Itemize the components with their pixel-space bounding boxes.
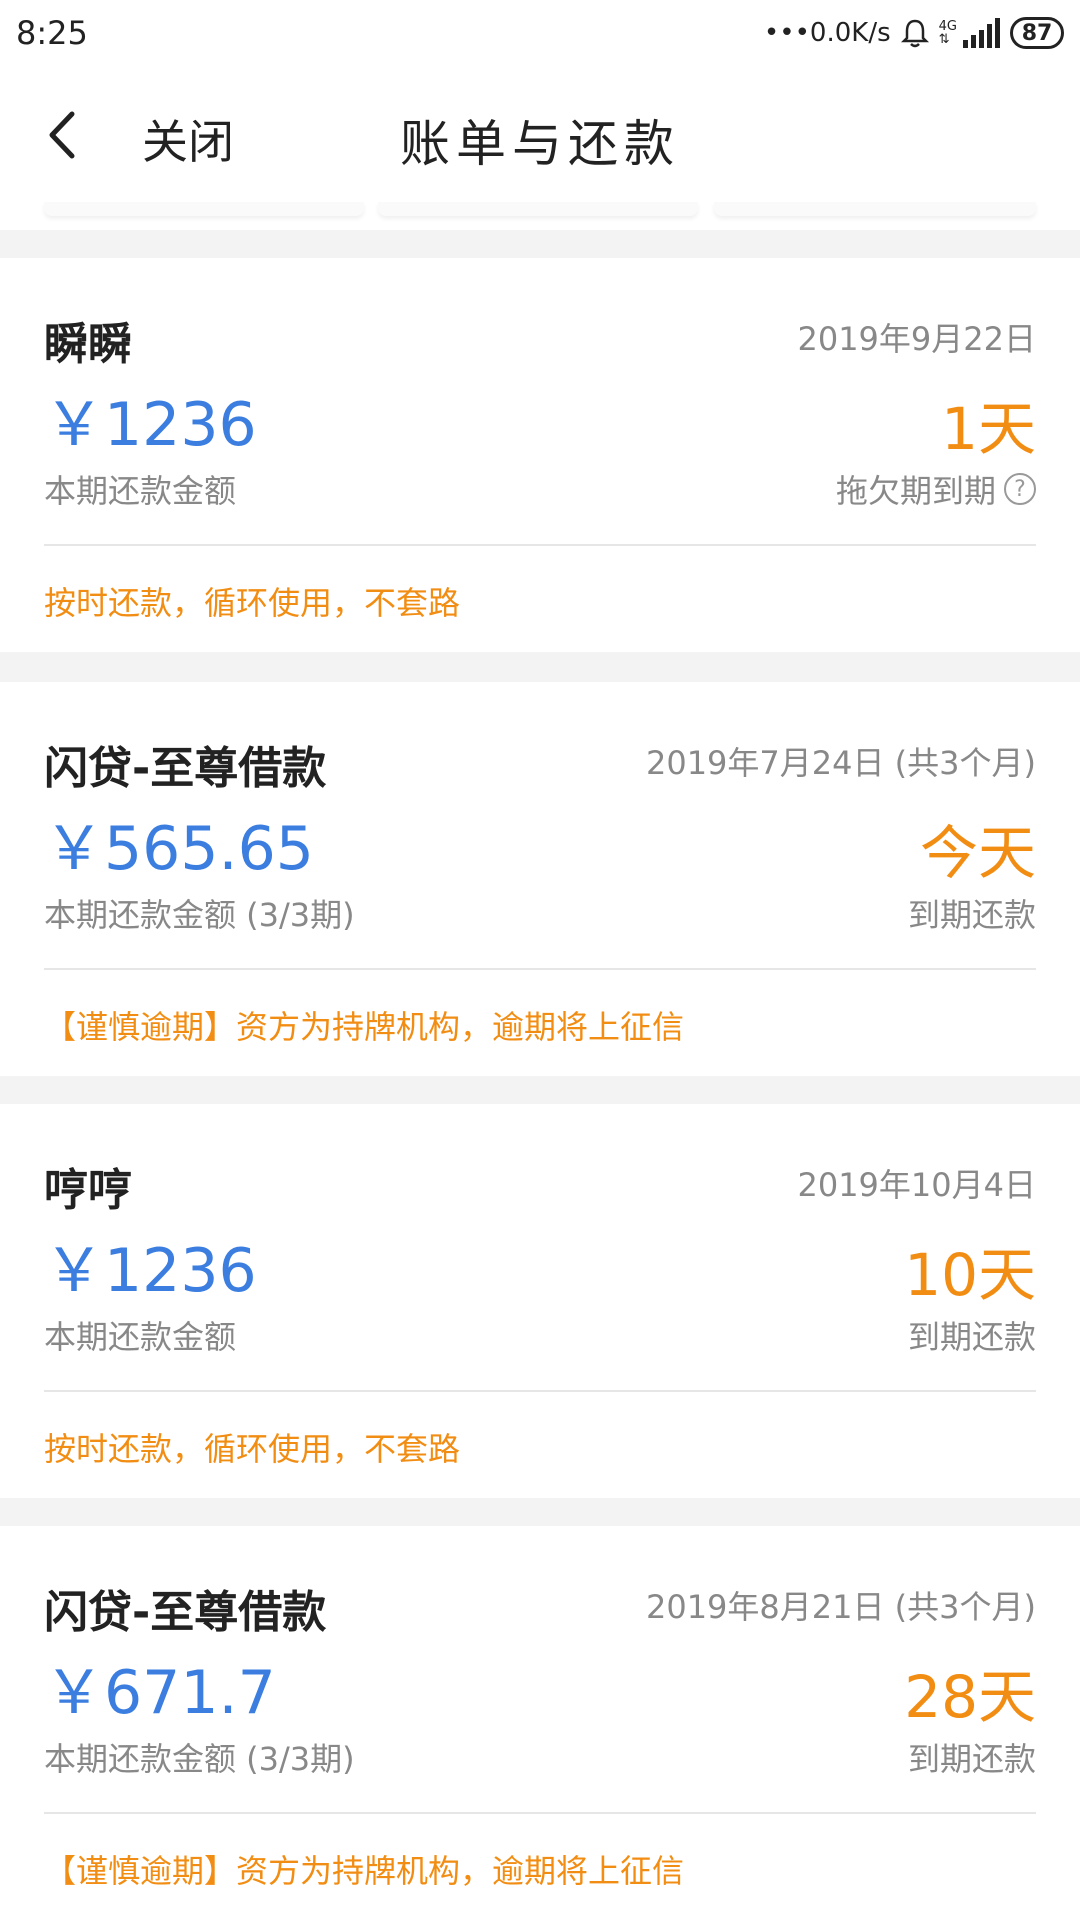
days-remaining: 1天 bbox=[941, 395, 1036, 463]
due-status: 到期还款 bbox=[908, 1312, 1036, 1358]
bill-date: 2019年7月24日 (共3个月) bbox=[645, 744, 1036, 782]
network-type-indicator: 4G ⇅ bbox=[939, 20, 957, 46]
lender-name: 哼哼 bbox=[44, 1165, 132, 1216]
network-speed: •••0.0K/s bbox=[763, 18, 891, 48]
due-status: 到期还款 bbox=[908, 890, 1036, 936]
divider bbox=[44, 1812, 1036, 1814]
nav-bar: 关闭 账单与还款 bbox=[0, 66, 1080, 202]
bill-card[interactable]: 闪贷-至尊借款 2019年8月21日 (共3个月) ￥671.7 28天 本期还… bbox=[0, 1526, 1080, 1920]
bill-note: 按时还款，循环使用，不套路 bbox=[44, 1430, 461, 1468]
repayment-amount: ￥671.7 bbox=[44, 1658, 276, 1728]
status-indicators: •••0.0K/s 4G ⇅ 87 bbox=[764, 12, 1064, 54]
battery-level: 87 bbox=[1021, 20, 1053, 46]
days-remaining: 10天 bbox=[904, 1241, 1036, 1309]
bill-note: 按时还款，循环使用，不套路 bbox=[44, 584, 461, 622]
days-remaining: 28天 bbox=[904, 1663, 1036, 1731]
bill-date: 2019年10月4日 bbox=[797, 1166, 1036, 1204]
battery-icon: 87 bbox=[1010, 17, 1064, 49]
due-status-label: 到期还款 bbox=[907, 1318, 1036, 1356]
amount-label: 本期还款金额 bbox=[44, 1318, 237, 1356]
amount-label: 本期还款金额 bbox=[44, 472, 237, 510]
repayment-amount: ￥1236 bbox=[44, 390, 257, 460]
bill-date: 2019年9月22日 bbox=[797, 320, 1036, 358]
lender-name: 闪贷-至尊借款 bbox=[44, 743, 327, 794]
tab-card[interactable] bbox=[714, 202, 1036, 216]
due-status: 拖欠期到期 ? bbox=[836, 466, 1036, 512]
tab-strip bbox=[0, 202, 1080, 230]
bill-date: 2019年8月21日 (共3个月) bbox=[645, 1588, 1036, 1626]
bill-card[interactable]: 哼哼 2019年10月4日 ￥1236 10天 本期还款金额 到期还款 按时还款… bbox=[0, 1104, 1080, 1498]
tab-card[interactable] bbox=[44, 202, 364, 216]
days-remaining: 今天 bbox=[919, 819, 1036, 887]
bill-note: 【谨慎逾期】资方为持牌机构，逾期将上征信 bbox=[44, 1852, 685, 1890]
due-status-label: 到期还款 bbox=[907, 1740, 1036, 1778]
data-arrows-icon: ⇅ bbox=[938, 32, 950, 47]
repayment-amount: ￥565.65 bbox=[44, 814, 314, 884]
bill-note: 【谨慎逾期】资方为持牌机构，逾期将上征信 bbox=[44, 1008, 685, 1046]
bell-icon bbox=[900, 19, 929, 48]
bill-card[interactable]: 闪贷-至尊借款 2019年7月24日 (共3个月) ￥565.65 今天 本期还… bbox=[0, 682, 1080, 1076]
lender-name: 闪贷-至尊借款 bbox=[44, 1587, 327, 1638]
lender-name: 瞬瞬 bbox=[44, 319, 132, 370]
due-status-label: 拖欠期到期 bbox=[835, 472, 996, 510]
due-status: 到期还款 bbox=[908, 1734, 1036, 1780]
tab-card[interactable] bbox=[378, 202, 698, 216]
repayment-amount: ￥1236 bbox=[44, 1236, 257, 1306]
divider bbox=[44, 544, 1036, 546]
bill-card[interactable]: 瞬瞬 2019年9月22日 ￥1236 1天 本期还款金额 拖欠期到期 ? 按时… bbox=[0, 258, 1080, 652]
help-icon[interactable]: ? bbox=[1004, 473, 1036, 505]
divider bbox=[44, 968, 1036, 970]
signal-icon bbox=[963, 18, 1000, 48]
amount-label: 本期还款金额 (3/3期) bbox=[44, 1740, 355, 1778]
due-status-label: 到期还款 bbox=[907, 896, 1036, 934]
status-time: 8:25 bbox=[16, 14, 88, 52]
amount-label: 本期还款金额 (3/3期) bbox=[44, 896, 355, 934]
status-bar: 8:25 •••0.0K/s 4G ⇅ 87 bbox=[0, 0, 1080, 66]
divider bbox=[44, 1390, 1036, 1392]
page-title: 账单与还款 bbox=[400, 115, 680, 173]
